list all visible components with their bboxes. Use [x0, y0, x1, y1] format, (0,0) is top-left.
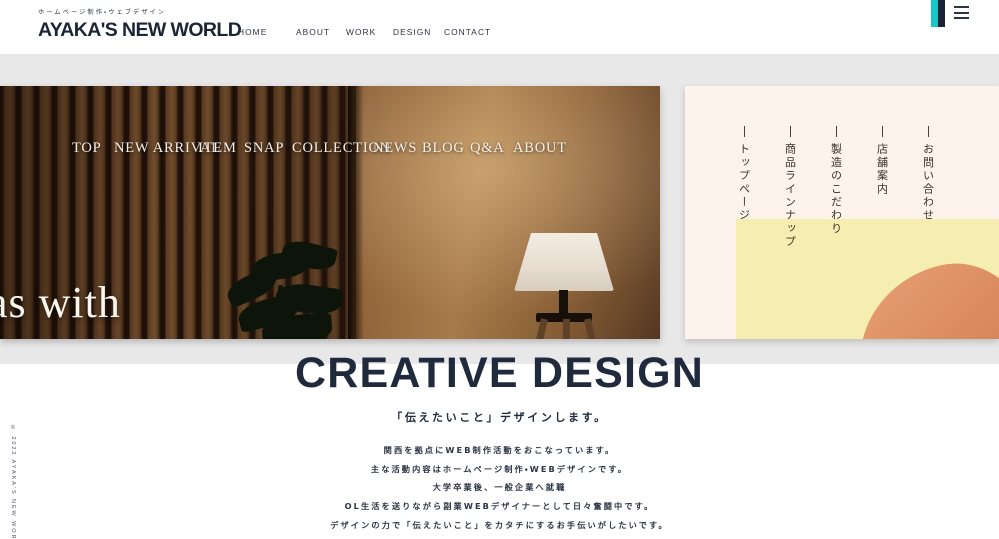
- brand-tagline: ホームページ制作・ウェブデザイン: [38, 9, 167, 16]
- nav-item-work[interactable]: WORK: [346, 27, 393, 37]
- hero-nav-item[interactable]: ITEM: [198, 140, 244, 157]
- floor-lamp: [496, 233, 632, 339]
- vmenu-item-top-page[interactable]: トップページ: [721, 126, 767, 222]
- intro-paragraph: 関西を拠点にWEB制作活動をおこなっています。 主な活動内容はホームページ制作・…: [0, 446, 999, 539]
- vmenu-label: トップページ: [737, 143, 751, 223]
- page-title: CREATIVE DESIGN: [294, 349, 705, 397]
- hamburger-line-1: [954, 6, 969, 8]
- intro-line: OL生活を送りながら副業WEBデザイナーとして日々奮闘中です。: [344, 501, 655, 512]
- nav-item-contact[interactable]: CONTACT: [444, 27, 494, 37]
- lamp-leg: [563, 319, 570, 339]
- accent-bar-teal: [931, 0, 938, 27]
- nav-item-design[interactable]: DESIGN: [393, 27, 444, 37]
- hamburger-line-3: [954, 17, 969, 19]
- plant-silhouette: [218, 236, 366, 339]
- accent-bars: [931, 0, 945, 27]
- vmenu-dash-icon: [927, 126, 929, 137]
- vmenu-item-product-lineup[interactable]: 商品ラインナップ: [767, 126, 813, 249]
- hero-nav-news[interactable]: NEWS: [373, 140, 422, 157]
- accent-bar-navy: [938, 0, 945, 27]
- headline-block: CREATIVE DESIGN 「伝えたいこと」デザインします。: [0, 352, 999, 425]
- nav-item-about[interactable]: ABOUT: [296, 27, 346, 37]
- intro-line: 主な活動内容はホームページ制作・WEBデザインです。: [370, 463, 629, 474]
- hero-nav-about[interactable]: ABOUT: [513, 140, 566, 157]
- page-root: ホームページ制作・ウェブデザイン AYAKA'S NEW WORLD HOME …: [0, 0, 999, 539]
- intro-line: 大学卒業後、一般企業へ就職: [432, 482, 567, 493]
- hero-nav-blog[interactable]: BLOG: [422, 140, 470, 157]
- copyright-text: © 2022 AYAKA'S NEW WORLD: [10, 425, 16, 539]
- lamp-shade: [514, 233, 614, 291]
- hero-nav-new-arrival[interactable]: NEW ARRIVAL: [114, 140, 220, 157]
- brand-name: AYAKA'S NEW WORLD: [38, 19, 242, 42]
- vmenu-label: お問い合わせ: [921, 143, 935, 223]
- hero-script-text: as with: [0, 278, 121, 327]
- nav-item-home[interactable]: HOME: [238, 27, 296, 37]
- vmenu-label: 商品ラインナップ: [783, 143, 797, 249]
- vertical-japanese-menu: お問い合わせ 店舗案内 製造のこだわり 商品ラインナップ トップページ: [685, 86, 999, 339]
- hero-navigation: TOP NEW ARRIVAL ITEM SNAP COLLECTION NEW…: [0, 140, 660, 157]
- intro-line: デザインの力で「伝えたいこと」をカタチにするお手伝いがしたいです。: [330, 519, 669, 530]
- site-header: ホームページ制作・ウェブデザイン AYAKA'S NEW WORLD HOME …: [0, 0, 999, 54]
- hero-showcase-card[interactable]: TOP NEW ARRIVAL ITEM SNAP COLLECTION NEW…: [0, 86, 660, 339]
- page-subtitle: 「伝えたいこと」デザインします。: [391, 411, 608, 424]
- primary-navigation: HOME ABOUT WORK DESIGN CONTACT: [238, 27, 494, 37]
- hamburger-icon[interactable]: [954, 6, 969, 19]
- side-showcase-card[interactable]: お問い合わせ 店舗案内 製造のこだわり 商品ラインナップ トップページ: [685, 86, 999, 339]
- vmenu-label: 店舗案内: [875, 143, 889, 196]
- hamburger-line-2: [954, 11, 969, 14]
- vmenu-dash-icon: [789, 126, 791, 137]
- vmenu-item-contact[interactable]: お問い合わせ: [905, 126, 951, 222]
- hero-nav-qa[interactable]: Q&A: [470, 140, 513, 157]
- vmenu-dash-icon: [881, 126, 883, 137]
- vmenu-item-craftsmanship[interactable]: 製造のこだわり: [813, 126, 859, 235]
- lamp-leg: [584, 318, 599, 339]
- vmenu-label: 製造のこだわり: [829, 143, 843, 236]
- hero-nav-top[interactable]: TOP: [72, 140, 114, 157]
- vmenu-dash-icon: [835, 126, 837, 137]
- hero-nav-snap[interactable]: SNAP: [244, 140, 292, 157]
- vmenu-item-store-info[interactable]: 店舗案内: [859, 126, 905, 196]
- brand-logo[interactable]: ホームページ制作・ウェブデザイン AYAKA'S NEW WORLD: [38, 9, 242, 42]
- vmenu-dash-icon: [743, 126, 745, 137]
- intro-line: 関西を拠点にWEB制作活動をおこなっています。: [383, 445, 616, 455]
- hero-nav-collection[interactable]: COLLECTION: [292, 140, 390, 157]
